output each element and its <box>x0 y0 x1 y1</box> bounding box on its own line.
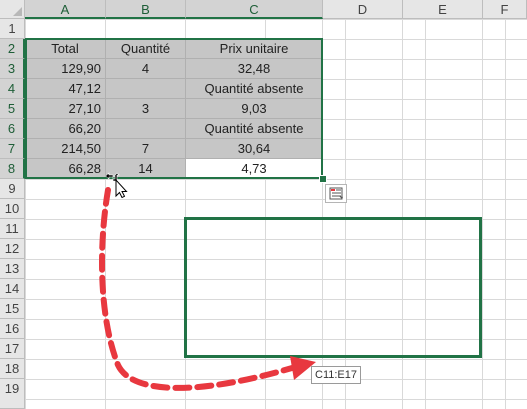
row-header-10[interactable]: 10 <box>0 199 25 219</box>
column-header-c[interactable]: C <box>186 0 323 19</box>
row-header-14[interactable]: 14 <box>0 279 25 299</box>
row-header-1[interactable]: 1 <box>0 19 25 39</box>
row-header-7[interactable]: 7 <box>0 139 25 159</box>
column-header-b[interactable]: B <box>106 0 186 19</box>
row-header-2[interactable]: 2 <box>0 39 25 59</box>
row-header-15[interactable]: 15 <box>0 299 25 319</box>
drag-range-tooltip: C11:E17 <box>311 366 361 384</box>
selection-range-a2-c8 <box>25 38 323 179</box>
column-header-f[interactable]: F <box>483 0 527 19</box>
column-header-a[interactable]: A <box>25 0 106 19</box>
fill-handle[interactable] <box>319 175 327 183</box>
row-header-6[interactable]: 6 <box>0 119 25 139</box>
col-divider-ef <box>482 19 483 409</box>
move-cursor-icon <box>105 172 128 198</box>
row-header-17[interactable]: 17 <box>0 339 25 359</box>
row-header-4[interactable]: 4 <box>0 79 25 99</box>
row-header-9[interactable]: 9 <box>0 179 25 199</box>
select-all-button[interactable] <box>0 0 25 19</box>
row-header-11[interactable]: 11 <box>0 219 25 239</box>
row-header-3[interactable]: 3 <box>0 59 25 79</box>
row-header-8[interactable]: 8 <box>0 159 25 179</box>
row-header-16[interactable]: 16 <box>0 319 25 339</box>
row-header-19[interactable]: 19 <box>0 379 25 409</box>
column-header-e[interactable]: E <box>403 0 483 19</box>
row-header-12[interactable]: 12 <box>0 239 25 259</box>
quick-analysis-icon <box>329 187 343 200</box>
drop-target-range <box>184 217 482 358</box>
column-header-d[interactable]: D <box>323 0 403 19</box>
select-all-triangle-icon <box>13 7 22 16</box>
row-header-18[interactable]: 18 <box>0 359 25 379</box>
row-header-13[interactable]: 13 <box>0 259 25 279</box>
row-header-5[interactable]: 5 <box>0 99 25 119</box>
quick-analysis-button[interactable] <box>325 184 347 203</box>
